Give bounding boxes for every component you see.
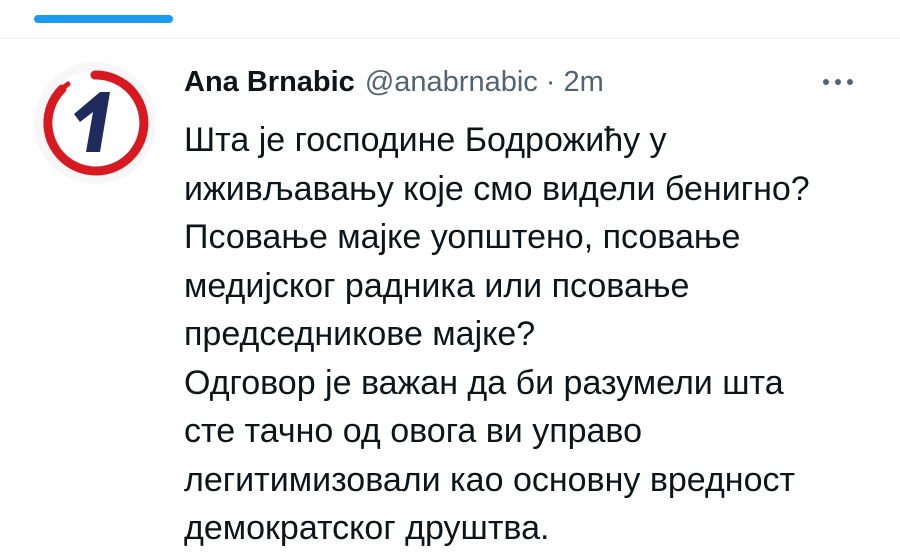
tweet-text-line: Псовање мајке уопштено, псовање — [184, 218, 741, 256]
tweet-text-line: демократског друштва. — [184, 509, 550, 547]
separator-dot: · — [545, 65, 556, 98]
tweet-text-line: Шта је господине Бодрожићу у — [184, 121, 667, 159]
progress-bar — [34, 15, 173, 23]
tweet-text-line: председникове мајке? — [184, 315, 536, 353]
author-name[interactable]: Ana Brnabic — [184, 66, 355, 99]
tweet-text-line: легитимизовали као основну вредност — [184, 460, 796, 499]
tweet-header: Ana Brnabic @anabrnabic · 2m — [184, 62, 860, 102]
tweet-text-line: Одговор је важан да би разумели шта — [184, 363, 784, 402]
tweet-timestamp[interactable]: 2m — [563, 66, 603, 99]
tweet-text: Шта је господине Бодрожићу у иживљавању … — [184, 116, 874, 553]
tweet-text-line: медијског радника или псовање — [184, 266, 690, 305]
tweet-text-line: сте тачно од овога ви управо — [184, 412, 643, 450]
tweet-text-line: иживљавању које смо видели бенигно? — [184, 169, 810, 208]
more-options-icon — [823, 79, 829, 85]
author-handle[interactable]: @anabrnabic — [365, 66, 538, 99]
more-options-button[interactable] — [816, 62, 860, 102]
avatar[interactable] — [34, 62, 156, 184]
divider — [0, 38, 900, 39]
tv-channel-one-logo-icon — [43, 70, 149, 176]
